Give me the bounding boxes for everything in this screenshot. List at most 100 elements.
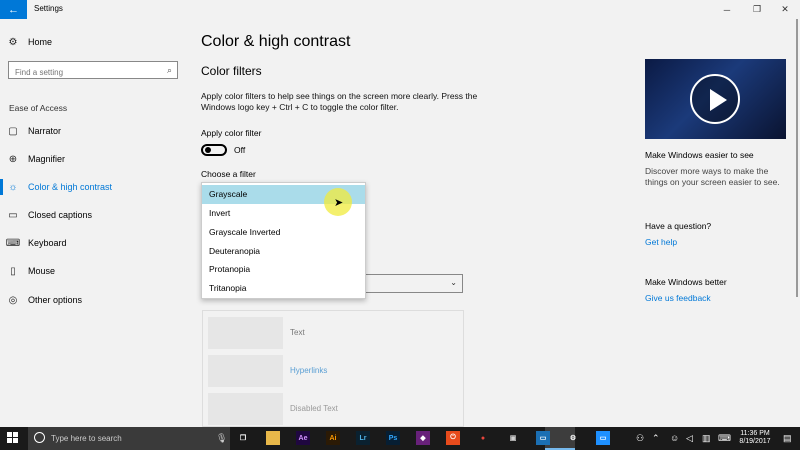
filter-option-tritanopia[interactable]: Tritanopia: [202, 279, 365, 298]
sidebar-item-label: Magnifier: [28, 154, 66, 164]
close-button[interactable]: ✕: [770, 0, 800, 19]
remote-icon[interactable]: ▭: [596, 431, 610, 445]
mouse-icon: ▯: [10, 265, 16, 277]
people-icon[interactable]: ⚇: [636, 433, 644, 444]
brightness-icon: ☼: [8, 181, 18, 193]
video-title: Make Windows easier to see: [645, 150, 754, 160]
color-filter-description: Apply color filters to help see things o…: [201, 91, 478, 112]
apply-filter-label: Apply color filter: [201, 128, 262, 138]
get-help-link[interactable]: Get help: [645, 237, 677, 247]
chevron-down-icon: ⌄: [450, 278, 457, 287]
preview-swatch: [208, 317, 283, 349]
sidebar-item-label: Color & high contrast: [28, 182, 113, 192]
sidebar-item-narrator[interactable]: ▢ Narrator: [0, 119, 190, 143]
play-triangle: [710, 89, 727, 111]
maximize-button[interactable]: ❐: [742, 0, 772, 19]
preview-swatch: [208, 393, 283, 425]
file-explorer-icon[interactable]: ▬: [266, 431, 280, 445]
preview-swatch: [208, 355, 283, 387]
preview-hyperlinks: Hyperlinks: [290, 366, 328, 375]
microphone-icon[interactable]: 🎙: [216, 433, 227, 444]
filter-option-protanopia[interactable]: Protanopia: [202, 260, 365, 279]
app-icon[interactable]: ▣: [506, 431, 520, 445]
sidebar-item-label: Closed captions: [28, 210, 93, 220]
search-icon: ⌕: [166, 65, 172, 75]
sidebar-item-closed-captions[interactable]: ▭ Closed captions: [0, 203, 190, 227]
clock[interactable]: 11:36 PM 8/19/2017: [734, 430, 776, 446]
window-title: Settings: [34, 4, 63, 13]
after-effects-icon[interactable]: Ae: [296, 431, 310, 445]
section-label: Ease of Access: [9, 103, 68, 113]
windows-logo-icon: [13, 432, 18, 437]
keyboard-icon: ⌨: [5, 237, 21, 249]
sidebar-item-other-options[interactable]: ◎ Other options: [0, 288, 190, 312]
filter-preview: Text Hyperlinks Disabled Text: [202, 310, 464, 427]
minimize-button[interactable]: ─: [712, 0, 742, 19]
chrome-icon[interactable]: ●: [476, 431, 490, 445]
keyboard-layout-icon[interactable]: ⌨: [718, 433, 731, 444]
sidebar-item-keyboard[interactable]: ⌨ Keyboard: [0, 231, 190, 255]
toggle-knob: [205, 147, 211, 153]
sidebar: ⚙ Home ⌕ Ease of Access ▢ Narrator ⊕ Mag…: [0, 19, 190, 427]
windows-better-heading: Make Windows better: [645, 277, 727, 287]
notification-icon[interactable]: ▤: [783, 433, 792, 444]
settings-gear-icon[interactable]: ⚙: [566, 431, 580, 445]
narrator-icon: ▢: [8, 125, 18, 137]
mouse-pointer-icon: ➤: [334, 197, 344, 209]
preview-text: Text: [290, 328, 305, 337]
windows-logo-icon: [7, 438, 12, 443]
question-heading: Have a question?: [645, 221, 712, 231]
back-arrow-icon: ←: [8, 3, 19, 16]
gear-icon: ⚙: [8, 36, 18, 48]
title-bar: ← Settings ─ ❐ ✕: [0, 0, 800, 19]
sidebar-item-label: Narrator: [28, 126, 62, 136]
find-setting-search[interactable]: ⌕: [8, 61, 178, 81]
clock-time: 11:36 PM: [740, 430, 770, 437]
visual-studio-icon[interactable]: ◆: [416, 431, 430, 445]
taskbar-search-placeholder: Type here to search: [51, 434, 122, 443]
nav-home-label: Home: [28, 37, 53, 47]
clock-date: 8/19/2017: [739, 438, 771, 445]
photos-icon[interactable]: ▭: [536, 431, 550, 445]
network-icon[interactable]: ▥: [702, 433, 711, 444]
sidebar-item-color-high-contrast[interactable]: ☼ Color & high contrast: [0, 175, 190, 199]
lightroom-icon[interactable]: Lr: [356, 431, 370, 445]
start-button[interactable]: [7, 432, 19, 444]
filter-option-grayscale-inverted[interactable]: Grayscale Inverted: [202, 223, 365, 242]
nav-home[interactable]: ⚙ Home: [0, 30, 190, 54]
windows-logo-icon: [13, 438, 18, 443]
task-view-icon[interactable]: ❐: [236, 431, 250, 445]
preview-disabled-text: Disabled Text: [290, 404, 338, 413]
windows-logo-icon: [7, 432, 12, 437]
apply-filter-toggle[interactable]: [201, 144, 227, 156]
video-thumbnail[interactable]: [645, 59, 786, 139]
sidebar-item-mouse[interactable]: ▯ Mouse: [0, 259, 190, 283]
cortana-icon: [34, 432, 45, 443]
filter-option-deuteranopia[interactable]: Deuteranopia: [202, 242, 365, 261]
tray-app-icon[interactable]: ⌃: [652, 433, 660, 444]
other-options-icon: ◎: [8, 294, 18, 306]
captions-icon: ▭: [8, 209, 18, 221]
speaker-icon[interactable]: ◁: [686, 433, 693, 444]
section-title: Color filters: [201, 64, 262, 78]
back-button[interactable]: ←: [0, 0, 27, 19]
taskbar: Type here to search 🎙 ❐ ▬ Ae Ai Lr Ps ◆ ⏻ ● ▣ ▭ ⚙ ▭ …: [0, 427, 800, 450]
choose-filter-label: Choose a filter: [201, 169, 256, 179]
play-icon: [690, 74, 740, 124]
sidebar-item-label: Keyboard: [28, 238, 67, 248]
toggle-state-label: Off: [234, 145, 246, 155]
taskbar-search[interactable]: Type here to search 🎙: [28, 427, 230, 450]
photoshop-icon[interactable]: Ps: [386, 431, 400, 445]
magnifier-icon: ⊕: [8, 153, 18, 165]
sidebar-item-label: Mouse: [28, 266, 56, 276]
sidebar-item-magnifier[interactable]: ⊕ Magnifier: [0, 147, 190, 171]
search-input[interactable]: [9, 64, 159, 81]
scrollbar[interactable]: [796, 19, 798, 297]
illustrator-icon[interactable]: Ai: [326, 431, 340, 445]
power-icon[interactable]: ⏻: [446, 431, 460, 445]
feedback-link[interactable]: Give us feedback: [645, 293, 711, 303]
video-description: Discover more ways to make the things on…: [645, 166, 780, 187]
page-title: Color & high contrast: [201, 33, 351, 50]
sidebar-item-label: Other options: [28, 295, 83, 305]
emoji-icon[interactable]: ☺: [670, 433, 679, 443]
